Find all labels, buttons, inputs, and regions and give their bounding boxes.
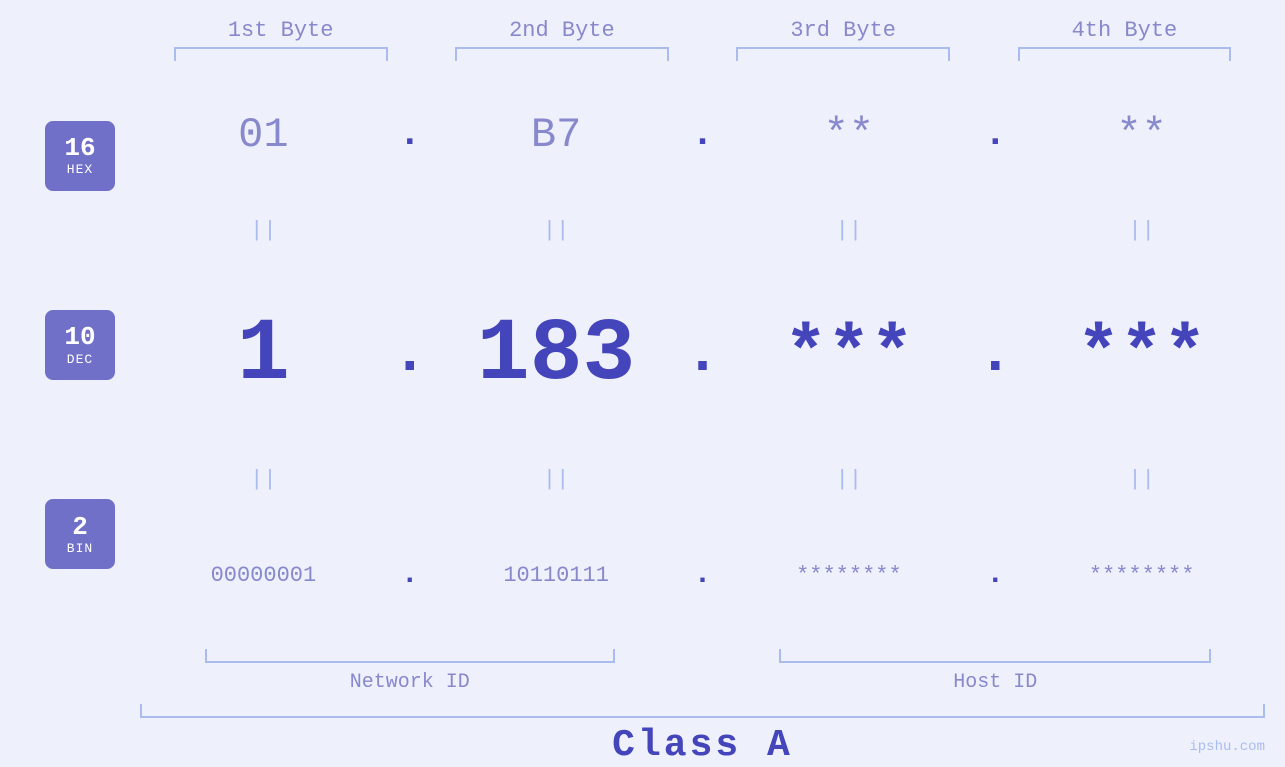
bin-val-4: ******** [1089,563,1195,588]
byte-headers: 1st Byte 2nd Byte 3rd Byte 4th Byte [0,0,1285,43]
class-bracket-line [140,704,1265,718]
dec-val-2: 183 [477,306,635,405]
class-a-label: Class A [612,724,793,767]
bin-val-3: ******** [796,563,902,588]
host-bracket-line [779,649,1211,663]
eq1-cell-3: || [726,218,973,243]
host-id-bracket: Host ID [726,649,1266,694]
eq1-cell-4: || [1018,218,1265,243]
eq1-cell-1: || [140,218,387,243]
hex-badge-number: 16 [64,134,95,163]
hex-badge: 16 HEX [45,121,115,191]
class-a-section: Class A [140,704,1265,767]
eq-row-1-inner: || || || || [140,218,1265,243]
hex-val-3: ** [824,111,874,159]
top-bracket-2 [421,47,702,61]
hex-row: 01 . B7 . ** . ** [140,61,1265,208]
eq2-text-2: || [543,467,569,492]
top-brackets [0,47,1285,61]
bin-byte-2: 10110111 [433,563,680,588]
dec-dot-1: . [387,321,433,389]
hex-row-inner: 01 . B7 . ** . ** [140,111,1265,159]
eq2-text-4: || [1128,467,1154,492]
network-bracket-line [205,649,615,663]
bin-byte-3: ******** [726,563,973,588]
host-id-label: Host ID [953,671,1037,694]
hex-byte-1: 01 [140,111,387,159]
hex-badge-label: HEX [67,162,93,177]
eq1-text-3: || [836,218,862,243]
bottom-section: Network ID Host ID Class A [0,649,1285,767]
hex-dot-2: . [680,113,726,156]
dec-byte-1: 1 [140,306,387,405]
bin-row: 00000001 . 10110111 . ******** . *******… [140,502,1265,649]
dec-badge-number: 10 [64,323,95,352]
dec-row-inner: 1 . 183 . *** . *** [140,306,1265,405]
eq-row-2: || || || || [140,458,1265,502]
bin-badge-label: BIN [67,541,93,556]
eq1-text-1: || [250,218,276,243]
dec-val-4: *** [1077,314,1207,396]
eq2-cell-1: || [140,467,387,492]
byte-header-3: 3rd Byte [703,18,984,43]
bot-id-bracket-row: Network ID Host ID [140,649,1265,694]
eq-row-2-inner: || || || || [140,467,1265,492]
eq1-cell-2: || [433,218,680,243]
dec-byte-3: *** [726,314,973,396]
top-bracket-1 [140,47,421,61]
bin-badge-number: 2 [72,513,88,542]
byte-header-1: 1st Byte [140,18,421,43]
bracket-line-4 [1018,47,1232,61]
network-id-bracket: Network ID [140,649,680,694]
bracket-line-1 [174,47,388,61]
hex-val-1: 01 [238,111,288,159]
bin-val-2: 10110111 [503,563,609,588]
dec-val-1: 1 [237,306,290,405]
eq1-text-2: || [543,218,569,243]
eq2-cell-2: || [433,467,680,492]
dec-row: 1 . 183 . *** . *** [140,252,1265,458]
hex-byte-4: ** [1018,111,1265,159]
bin-badge: 2 BIN [45,499,115,569]
eq-row-1: || || || || [140,208,1265,252]
dec-val-3: *** [784,314,914,396]
hex-byte-3: ** [726,111,973,159]
bin-byte-4: ******** [1018,563,1265,588]
bracket-line-3 [736,47,950,61]
top-bracket-4 [984,47,1265,61]
data-rows: 01 . B7 . ** . ** [140,61,1265,649]
dec-byte-4: *** [1018,314,1265,396]
bin-dot-2: . [680,558,726,592]
middle-section: 16 HEX 10 DEC 2 BIN 01 . [0,61,1285,649]
bin-val-1: 00000001 [211,563,317,588]
dec-byte-2: 183 [433,306,680,405]
badges-column: 16 HEX 10 DEC 2 BIN [20,61,140,649]
hex-val-4: ** [1116,111,1166,159]
byte-header-2: 2nd Byte [421,18,702,43]
dec-badge: 10 DEC [45,310,115,380]
hex-dot-3: . [972,113,1018,156]
bin-byte-1: 00000001 [140,563,387,588]
eq2-cell-3: || [726,467,973,492]
dec-dot-2: . [680,321,726,389]
dec-dot-3: . [972,321,1018,389]
bin-dot-1: . [387,558,433,592]
top-bracket-3 [703,47,984,61]
eq2-text-3: || [836,467,862,492]
eq2-cell-4: || [1018,467,1265,492]
hex-val-2: B7 [531,111,581,159]
network-id-label: Network ID [350,671,470,694]
eq1-text-4: || [1128,218,1154,243]
watermark: ipshu.com [1189,739,1265,755]
dec-badge-label: DEC [67,352,93,367]
bin-row-inner: 00000001 . 10110111 . ******** . *******… [140,558,1265,592]
hex-dot-1: . [387,113,433,156]
bracket-line-2 [455,47,669,61]
hex-byte-2: B7 [433,111,680,159]
byte-header-4: 4th Byte [984,18,1265,43]
bin-dot-3: . [972,558,1018,592]
eq2-text-1: || [250,467,276,492]
